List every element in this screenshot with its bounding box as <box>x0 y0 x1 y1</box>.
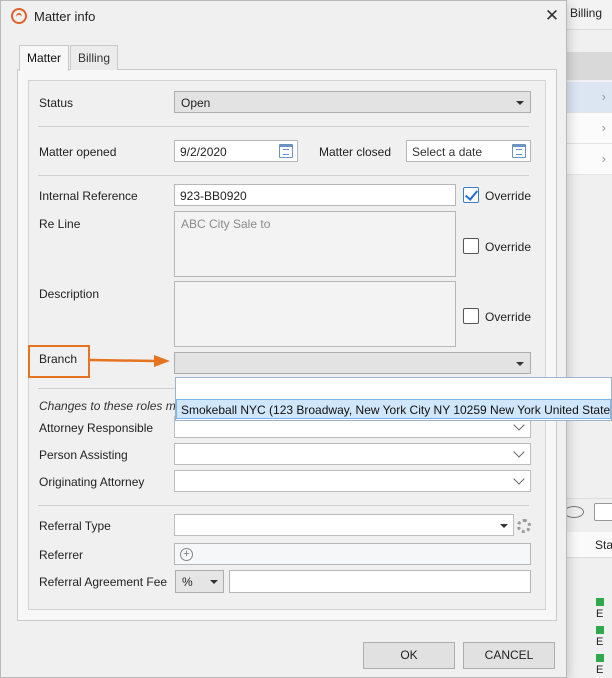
smokeball-logo-icon <box>11 8 27 24</box>
status-select[interactable]: Open <box>174 91 531 113</box>
background-list-row[interactable]: › <box>560 82 612 113</box>
status-label: Status <box>39 96 74 110</box>
status-badge: E <box>596 624 612 648</box>
re-line-field[interactable]: ABC City Sale to <box>174 211 456 277</box>
fee-unit-value: % <box>182 575 193 589</box>
chevron-down-icon <box>513 473 525 485</box>
roles-note: Changes to these roles may <box>39 399 175 413</box>
divider <box>38 505 529 506</box>
divider <box>38 175 529 176</box>
branch-option-smokeball-nyc[interactable]: Smokeball NYC (123 Broadway, New York Ci… <box>176 399 611 419</box>
background-list-row[interactable]: › <box>560 144 612 175</box>
description-field[interactable] <box>174 281 456 347</box>
matter-opened-label: Matter opened <box>39 145 117 159</box>
person-assisting-select[interactable] <box>174 443 531 465</box>
chevron-down-icon <box>513 446 525 458</box>
override-label: Override <box>485 189 532 203</box>
background-tab-billing[interactable]: Billing <box>570 6 602 20</box>
override-label: Override <box>485 240 532 254</box>
status-badge: E <box>596 596 612 620</box>
dialog-titlebar: Matter info ✕ <box>1 1 566 33</box>
dropdown-arrow-icon <box>516 362 524 366</box>
status-value: Open <box>181 96 211 110</box>
referrer-field[interactable] <box>174 543 531 565</box>
re-line-value: ABC City Sale to <box>181 217 271 231</box>
branch-option-empty[interactable] <box>176 378 611 398</box>
matter-closed-date-field[interactable]: Select a date <box>406 140 531 162</box>
referral-type-select[interactable] <box>174 514 514 536</box>
chevron-right-icon: › <box>601 89 606 104</box>
description-override-checkbox[interactable] <box>463 308 479 324</box>
dropdown-arrow-icon <box>516 101 524 105</box>
matter-opened-value: 9/2/2020 <box>180 145 227 159</box>
background-list-row[interactable]: › <box>560 113 612 144</box>
calendar-icon[interactable] <box>279 144 293 158</box>
re-line-label: Re Line <box>39 217 81 231</box>
ok-button[interactable]: OK <box>363 642 455 669</box>
branch-label: Branch <box>39 352 78 366</box>
matter-closed-label: Matter closed <box>319 145 392 159</box>
tab-matter[interactable]: Matter <box>19 45 70 71</box>
chevron-right-icon: › <box>601 151 606 166</box>
background-column-header: Sta <box>560 532 612 558</box>
branch-dropdown-list: Smokeball NYC (123 Broadway, New York Ci… <box>175 377 612 421</box>
chevron-down-icon <box>513 419 525 431</box>
chevron-right-icon: › <box>601 120 606 135</box>
matter-opened-date-field[interactable]: 9/2/2020 <box>174 140 298 162</box>
attorney-responsible-label: Attorney Responsible <box>39 421 154 435</box>
close-button[interactable]: ✕ <box>539 4 565 28</box>
tab-billing[interactable]: Billing <box>70 45 119 70</box>
referral-agreement-fee-label: Referral Agreement Fee <box>39 575 168 589</box>
dialog-title: Matter info <box>34 9 96 24</box>
column-header-status[interactable]: Sta <box>595 538 612 552</box>
branch-select[interactable] <box>174 352 531 374</box>
internal-reference-field[interactable]: 923-BB0920 <box>174 184 456 206</box>
referral-type-label: Referral Type <box>39 519 111 533</box>
originating-attorney-label: Originating Attorney <box>39 475 145 489</box>
referral-agreement-fee-field[interactable] <box>229 570 531 593</box>
status-badge: E <box>596 652 612 676</box>
calendar-icon[interactable] <box>512 144 526 158</box>
eye-icon[interactable] <box>564 506 584 518</box>
cancel-button[interactable]: CANCEL <box>463 642 555 669</box>
background-header-band <box>560 52 612 80</box>
dropdown-arrow-icon <box>210 580 218 584</box>
add-referrer-icon[interactable]: + <box>180 548 193 561</box>
re-line-override-checkbox[interactable] <box>463 238 479 254</box>
originating-attorney-select[interactable] <box>174 470 531 492</box>
internal-reference-override-checkbox[interactable] <box>463 187 479 203</box>
fee-unit-select[interactable]: % <box>175 570 224 593</box>
divider <box>38 126 529 127</box>
internal-reference-value: 923-BB0920 <box>180 189 247 203</box>
folder-icon[interactable] <box>594 503 612 521</box>
dropdown-arrow-icon <box>500 524 508 528</box>
override-label: Override <box>485 310 532 324</box>
referrer-label: Referrer <box>39 548 84 562</box>
annotation-arrow-icon <box>90 355 170 367</box>
matter-closed-placeholder: Select a date <box>412 145 483 159</box>
description-label: Description <box>39 287 100 301</box>
gear-icon[interactable] <box>517 519 531 533</box>
person-assisting-label: Person Assisting <box>39 448 128 462</box>
internal-reference-label: Internal Reference <box>39 189 138 203</box>
